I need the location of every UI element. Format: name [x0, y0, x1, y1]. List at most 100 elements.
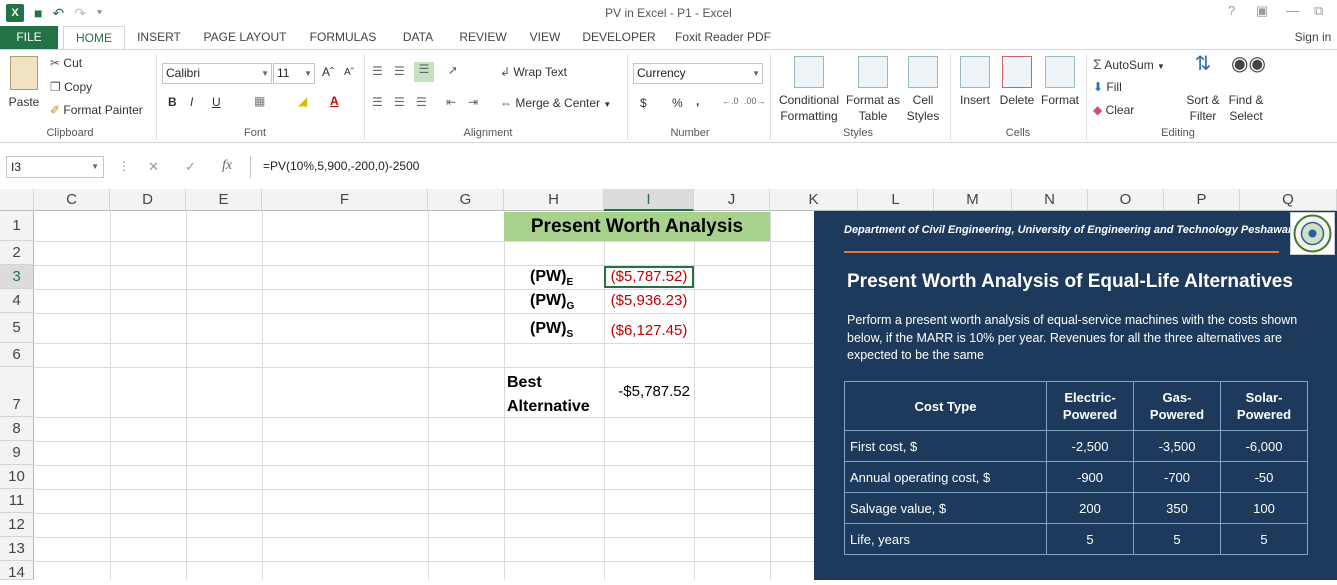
italic-button[interactable]: I — [190, 95, 193, 109]
select-all-corner[interactable] — [0, 189, 34, 211]
format-as-table-button[interactable]: Format as Table — [845, 56, 901, 124]
row-header[interactable]: 6 — [0, 343, 34, 367]
column-header[interactable]: F — [262, 189, 428, 211]
row-header[interactable]: 9 — [0, 441, 34, 465]
clear-button[interactable]: ◆ Clear — [1093, 103, 1134, 117]
autosum-button[interactable]: Σ AutoSum ▼ — [1093, 56, 1165, 72]
tab-file[interactable]: FILE — [0, 26, 58, 49]
name-box[interactable]: I3 ▼ — [6, 156, 104, 178]
align-right-icon[interactable]: ☰ — [416, 95, 427, 109]
format-cells-button[interactable]: Format — [1039, 56, 1081, 108]
pw-electric-value-cell[interactable]: ($5,787.52) — [604, 266, 694, 288]
row-header[interactable]: 4 — [0, 289, 34, 313]
pw-electric-label[interactable]: (PW)E — [530, 268, 573, 288]
decrease-decimal-icon[interactable]: .00→ — [744, 96, 766, 106]
cell-styles-button[interactable]: Cell Styles — [902, 56, 944, 124]
row-header-selected[interactable]: 3 — [0, 265, 34, 289]
align-middle-icon[interactable]: ☰ — [394, 64, 405, 78]
tab-page-layout[interactable]: PAGE LAYOUT — [199, 26, 291, 49]
bold-button[interactable]: B — [168, 95, 177, 109]
grow-font-icon[interactable]: Aˆ — [322, 65, 334, 79]
decrease-indent-icon[interactable]: ⇤ — [446, 95, 456, 109]
column-header[interactable]: D — [110, 189, 186, 211]
row-header[interactable]: 7 — [0, 367, 34, 417]
find-select-button[interactable]: ◉◉ Find & Select — [1225, 54, 1267, 124]
column-header[interactable]: N — [1012, 189, 1088, 211]
column-header[interactable]: O — [1088, 189, 1164, 211]
column-header[interactable]: J — [694, 189, 770, 211]
increase-decimal-icon[interactable]: ←.0 — [722, 96, 739, 106]
format-painter-button[interactable]: ✐ Format Painter — [50, 103, 143, 117]
column-header[interactable]: E — [186, 189, 262, 211]
borders-icon[interactable]: ▦ — [254, 94, 265, 108]
help-icon[interactable]: ? — [1228, 3, 1235, 18]
column-header[interactable]: L — [858, 189, 934, 211]
align-bottom-icon[interactable]: ☰ — [414, 62, 434, 82]
formula-input[interactable]: =PV(10%,5,900,-200,0)-2500 — [250, 156, 1337, 178]
wrap-text-button[interactable]: ↲ Wrap Text — [500, 65, 567, 79]
paste-button[interactable]: Paste — [6, 56, 42, 110]
column-header[interactable]: H — [504, 189, 604, 211]
tab-home[interactable]: HOME — [63, 26, 125, 50]
restore-icon[interactable]: ⧉ — [1314, 3, 1323, 19]
row-header[interactable]: 12 — [0, 513, 34, 537]
cut-button[interactable]: ✂ Cut — [50, 56, 82, 70]
row-header[interactable]: 13 — [0, 537, 34, 561]
orientation-icon[interactable]: ➚ — [448, 63, 458, 77]
best-alternative-value-cell[interactable]: -$5,787.52 — [604, 383, 694, 400]
align-top-icon[interactable]: ☰ — [372, 64, 383, 78]
underline-button[interactable]: U — [212, 95, 221, 109]
sheet-title-cell[interactable]: Present Worth Analysis — [504, 212, 770, 241]
column-header[interactable]: Q — [1240, 189, 1337, 211]
column-header[interactable]: M — [934, 189, 1012, 211]
fill-button[interactable]: ⬇ Fill — [1093, 80, 1122, 94]
column-header[interactable]: G — [428, 189, 504, 211]
row-header[interactable]: 10 — [0, 465, 34, 489]
tab-insert[interactable]: INSERT — [131, 26, 187, 49]
tab-formulas[interactable]: FORMULAS — [304, 26, 382, 49]
align-center-icon[interactable]: ☰ — [394, 95, 405, 109]
row-header[interactable]: 5 — [0, 313, 34, 343]
font-color-icon[interactable]: A — [330, 94, 339, 108]
ribbon-display-icon[interactable]: ▣ — [1256, 3, 1268, 19]
tab-view[interactable]: VIEW — [523, 26, 567, 49]
insert-cells-button[interactable]: Insert — [956, 56, 994, 108]
align-left-icon[interactable]: ☰ — [372, 95, 383, 109]
row-header[interactable]: 2 — [0, 241, 34, 265]
column-header-selected[interactable]: I — [604, 189, 694, 211]
pw-solar-value-cell[interactable]: ($6,127.45) — [604, 322, 694, 339]
number-format-dropdown[interactable]: Currency ▼ — [633, 63, 763, 84]
merge-center-button[interactable]: ⇔ Merge & Center ▼ — [500, 96, 611, 110]
row-header[interactable]: 14 — [0, 561, 34, 581]
best-alternative-label[interactable]: Best Alternative — [507, 371, 590, 419]
pw-gas-label[interactable]: (PW)G — [530, 292, 574, 312]
column-header[interactable]: C — [34, 189, 110, 211]
tab-data[interactable]: DATA — [394, 26, 442, 49]
insert-function-icon[interactable]: fx — [222, 158, 232, 174]
currency-format-button[interactable]: $ — [640, 96, 647, 110]
increase-indent-icon[interactable]: ⇥ — [468, 95, 478, 109]
delete-cells-button[interactable]: Delete — [998, 56, 1036, 108]
tab-foxit[interactable]: Foxit Reader PDF — [670, 26, 776, 49]
fill-color-icon[interactable]: ◢ — [298, 94, 307, 108]
pw-gas-value-cell[interactable]: ($5,936.23) — [604, 292, 694, 309]
row-header[interactable]: 11 — [0, 489, 34, 513]
column-header[interactable]: P — [1164, 189, 1240, 211]
copy-button[interactable]: ❐ Copy — [50, 80, 92, 94]
cancel-icon[interactable]: ✕ — [148, 159, 159, 175]
comma-format-button[interactable]: , — [696, 94, 699, 108]
row-header[interactable]: 8 — [0, 417, 34, 441]
pw-solar-label[interactable]: (PW)S — [530, 320, 573, 340]
tab-review[interactable]: REVIEW — [454, 26, 512, 49]
row-header[interactable]: 1 — [0, 211, 34, 241]
font-size-dropdown[interactable]: 11 ▼ — [273, 63, 315, 84]
conditional-formatting-button[interactable]: Conditional Formatting — [776, 56, 842, 124]
enter-icon[interactable]: ✓ — [185, 159, 196, 175]
minimize-icon[interactable]: — — [1286, 3, 1299, 18]
tab-developer[interactable]: DEVELOPER — [580, 26, 658, 49]
percent-format-button[interactable]: % — [672, 96, 683, 110]
sort-filter-button[interactable]: ⇅ Sort & Filter — [1183, 54, 1223, 124]
shrink-font-icon[interactable]: Aˇ — [344, 67, 354, 78]
column-header[interactable]: K — [770, 189, 858, 211]
font-name-dropdown[interactable]: Calibri ▼ — [162, 63, 272, 84]
